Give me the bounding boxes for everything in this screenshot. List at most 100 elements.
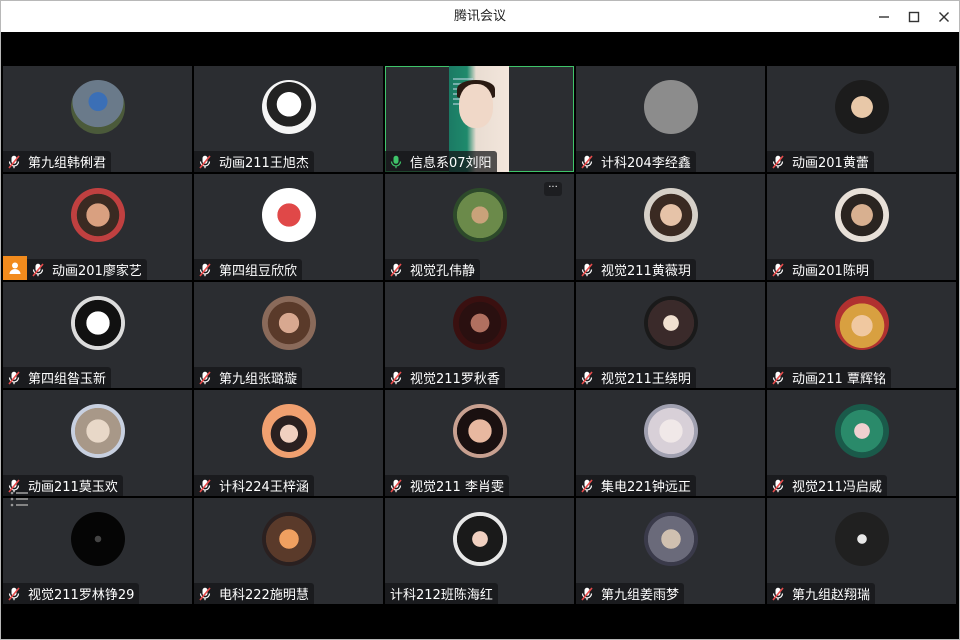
name-tag: 动画211王旭杰 <box>194 151 314 172</box>
more-options-button[interactable]: ··· <box>544 182 562 196</box>
participant-tile[interactable]: 动画211 覃辉铭 <box>767 282 956 388</box>
participant-avatar <box>70 404 125 458</box>
participant-avatar <box>834 296 889 350</box>
participant-avatar <box>643 188 698 242</box>
maximize-button[interactable] <box>899 1 929 32</box>
participant-avatar <box>261 512 316 566</box>
participant-avatar <box>70 80 125 134</box>
participant-tile[interactable]: 视觉211 李肖雯 <box>385 390 574 496</box>
mic-muted-icon <box>199 370 211 385</box>
participant-avatar <box>261 188 316 242</box>
name-tag: 第四组豆欣欣 <box>194 259 303 280</box>
minimize-button[interactable] <box>869 1 899 32</box>
participant-list-toggle[interactable] <box>9 489 39 515</box>
close-button[interactable] <box>929 1 959 32</box>
participant-avatar <box>70 188 125 242</box>
participant-name: 信息系07刘阳 <box>410 156 492 171</box>
title-bar: 腾讯会议 <box>1 1 959 32</box>
mic-muted-icon <box>390 478 402 493</box>
participant-name: 计科212班陈海红 <box>390 588 493 603</box>
participant-tile[interactable]: 动画211莫玉欢 <box>3 390 192 496</box>
participant-avatar <box>70 296 125 350</box>
participant-name: 动画201廖家艺 <box>52 264 142 279</box>
participant-name: 视觉211 李肖雯 <box>410 480 504 495</box>
participant-name: 动画201黄蕾 <box>792 156 869 171</box>
participant-tile[interactable]: ··· 视觉孔伟静 <box>385 174 574 280</box>
maximize-icon <box>908 11 920 22</box>
participant-tile[interactable]: 第九组赵翔瑞 <box>767 498 956 604</box>
meeting-window: 腾讯会议 第九组韩俐君 动画211王旭杰 信息系07刘阳 计科204李经鑫 动画201黄… <box>0 0 960 640</box>
name-tag: 计科224王梓涵 <box>194 475 314 496</box>
participant-name: 动画211 覃辉铭 <box>792 372 886 387</box>
participant-tile[interactable]: 计科212班陈海红 <box>385 498 574 604</box>
participant-name: 计科224王梓涵 <box>219 480 309 495</box>
participant-tile[interactable]: 信息系07刘阳 <box>385 66 574 172</box>
participant-tile[interactable]: 第九组姜雨梦 <box>576 498 765 604</box>
name-tag: 视觉211冯启威 <box>767 475 887 496</box>
participant-avatar <box>834 188 889 242</box>
user-icon <box>9 262 21 274</box>
name-tag: 视觉211 李肖雯 <box>385 475 509 496</box>
name-tag: 计科212班陈海红 <box>385 583 498 604</box>
participant-tile[interactable]: 计科224王梓涵 <box>194 390 383 496</box>
participant-name: 第九组赵翔瑞 <box>792 588 871 603</box>
mic-muted-icon <box>581 154 593 169</box>
mic-muted-icon <box>772 154 784 169</box>
participant-name: 集电221钟远正 <box>601 480 691 495</box>
participant-avatar <box>643 512 698 566</box>
participant-tile[interactable]: 第四组昝玉新 <box>3 282 192 388</box>
name-tag: 视觉211王绕明 <box>576 367 696 388</box>
participant-tile[interactable]: 动画211王旭杰 <box>194 66 383 172</box>
participant-name: 第四组昝玉新 <box>28 372 107 387</box>
participant-tile[interactable]: 动画201廖家艺 <box>3 174 192 280</box>
mic-muted-icon <box>581 262 593 277</box>
participant-tile[interactable]: 动画201黄蕾 <box>767 66 956 172</box>
participant-tile[interactable]: 第四组豆欣欣 <box>194 174 383 280</box>
participant-tile[interactable]: 视觉211王绕明 <box>576 282 765 388</box>
participant-tile[interactable]: 集电221钟远正 <box>576 390 765 496</box>
bottom-toolbar-area <box>1 606 959 639</box>
mic-muted-icon <box>199 586 211 601</box>
mic-muted-icon <box>772 370 784 385</box>
participant-tile[interactable]: 视觉211黄薇玥 <box>576 174 765 280</box>
top-toolbar-area <box>1 32 959 66</box>
participant-avatar <box>834 80 889 134</box>
participant-name: 视觉211王绕明 <box>601 372 691 387</box>
participant-tile[interactable]: 计科204李经鑫 <box>576 66 765 172</box>
name-tag: 电科222施明慧 <box>194 583 314 604</box>
participant-tile[interactable]: 视觉211冯启威 <box>767 390 956 496</box>
participant-name: 第九组韩俐君 <box>28 156 107 171</box>
participant-avatar <box>452 296 507 350</box>
mic-muted-icon <box>581 478 593 493</box>
name-tag: 视觉211罗林铮29 <box>3 583 140 604</box>
mic-icon <box>390 155 402 169</box>
participant-avatar <box>452 188 507 242</box>
participant-name: 第四组豆欣欣 <box>219 264 298 279</box>
mic-muted-icon <box>581 370 593 385</box>
name-tag: 集电221钟远正 <box>576 475 696 496</box>
name-tag: 视觉211罗秋香 <box>385 367 505 388</box>
mic-muted-icon <box>772 586 784 601</box>
name-tag: 动画201陈明 <box>767 259 874 280</box>
participant-name: 第九组张璐璇 <box>219 372 298 387</box>
participant-tile[interactable]: 电科222施明慧 <box>194 498 383 604</box>
name-tag: 视觉211黄薇玥 <box>576 259 696 280</box>
participant-name: 动画201陈明 <box>792 264 869 279</box>
participant-tile[interactable]: 第九组张璐璇 <box>194 282 383 388</box>
participant-name: 视觉211罗林铮29 <box>28 588 135 603</box>
mic-muted-icon <box>772 262 784 277</box>
participant-name: 计科204李经鑫 <box>601 156 691 171</box>
participant-name: 电科222施明慧 <box>219 588 309 603</box>
minimize-icon <box>879 15 889 18</box>
mic-muted-icon <box>199 154 211 169</box>
name-tag: 第九组韩俐君 <box>3 151 112 172</box>
participant-tile[interactable]: 视觉211罗秋香 <box>385 282 574 388</box>
participant-avatar <box>452 404 507 458</box>
participant-avatar <box>643 296 698 350</box>
participant-tile[interactable]: 动画201陈明 <box>767 174 956 280</box>
participant-avatar <box>261 80 316 134</box>
participant-tile[interactable]: 第九组韩俐君 <box>3 66 192 172</box>
close-icon <box>939 11 949 22</box>
host-badge <box>3 256 27 280</box>
name-tag: 第九组张璐璇 <box>194 367 303 388</box>
